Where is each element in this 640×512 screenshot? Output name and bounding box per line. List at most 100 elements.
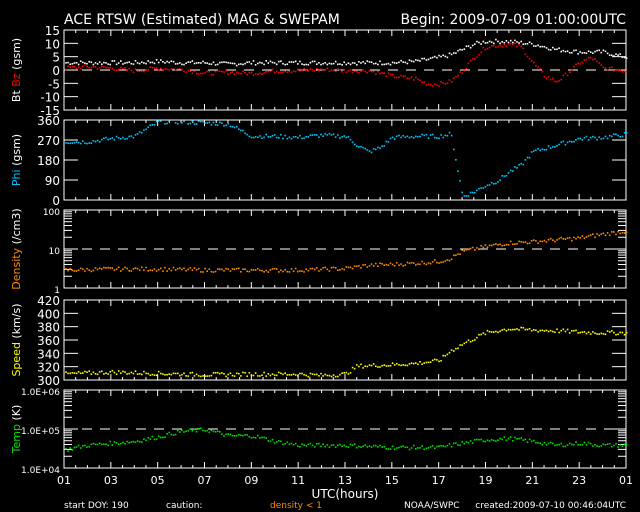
data-point-density bbox=[246, 270, 248, 273]
data-point-temp bbox=[606, 443, 609, 445]
data-point-phi bbox=[254, 136, 257, 138]
data-point-density bbox=[105, 267, 107, 269]
data-point-density bbox=[417, 263, 419, 265]
data-point-speed bbox=[269, 374, 272, 377]
data-point-phi bbox=[145, 128, 147, 131]
data-point-speed bbox=[170, 373, 173, 376]
data-point-density bbox=[200, 271, 202, 273]
data-point-phi bbox=[96, 139, 99, 142]
data-point-bt bbox=[562, 49, 565, 52]
data-point-temp bbox=[608, 442, 611, 445]
data-point-phi bbox=[259, 135, 261, 137]
data-point-density bbox=[539, 240, 541, 243]
data-point-density bbox=[566, 237, 569, 239]
data-point-speed bbox=[86, 371, 88, 373]
data-point-speed bbox=[320, 372, 322, 375]
data-point-density bbox=[516, 242, 518, 245]
data-point-bt bbox=[141, 61, 143, 63]
data-point-speed bbox=[383, 364, 385, 366]
data-point-temp bbox=[170, 433, 173, 436]
data-point-speed bbox=[585, 332, 588, 335]
data-point-phi bbox=[383, 145, 385, 147]
data-point-bz bbox=[558, 80, 560, 82]
data-point-speed bbox=[153, 374, 156, 376]
data-point-phi bbox=[535, 149, 537, 151]
data-point-speed bbox=[128, 372, 130, 375]
data-point-temp bbox=[476, 438, 478, 441]
data-point-density bbox=[459, 253, 461, 255]
data-point-phi bbox=[227, 122, 229, 125]
data-point-density bbox=[227, 268, 229, 270]
data-point-phi bbox=[290, 137, 293, 140]
y-tick-label: 420 bbox=[37, 294, 60, 308]
y-tick-label: 270 bbox=[37, 134, 60, 148]
data-point-bz bbox=[311, 69, 314, 71]
data-point-temp bbox=[516, 438, 518, 440]
data-point-speed bbox=[316, 373, 318, 376]
data-point-bt bbox=[543, 45, 546, 48]
data-point-speed bbox=[524, 328, 527, 331]
data-point-speed bbox=[339, 373, 341, 376]
data-point-bz bbox=[577, 62, 579, 65]
data-point-speed bbox=[360, 363, 362, 366]
data-point-density bbox=[408, 262, 411, 265]
data-point-bz bbox=[446, 82, 449, 85]
data-point-density bbox=[176, 267, 179, 270]
data-point-temp bbox=[252, 436, 255, 439]
data-point-phi bbox=[410, 136, 413, 138]
data-point-density bbox=[425, 263, 428, 266]
data-point-phi bbox=[442, 136, 444, 139]
data-point-bt bbox=[229, 62, 232, 64]
data-point-density bbox=[195, 268, 198, 271]
data-point-phi bbox=[147, 126, 149, 129]
data-point-bz bbox=[221, 70, 223, 73]
data-point-speed bbox=[621, 331, 624, 334]
data-point-bt bbox=[238, 63, 240, 66]
data-point-density bbox=[613, 231, 615, 233]
data-point-speed bbox=[311, 373, 314, 375]
y-tick-label: 10 bbox=[49, 247, 61, 257]
data-point-bz bbox=[465, 67, 468, 70]
data-point-speed bbox=[351, 366, 354, 369]
data-point-bt bbox=[252, 60, 255, 62]
data-point-phi bbox=[528, 156, 531, 159]
data-point-bz bbox=[495, 46, 497, 48]
data-point-density bbox=[495, 243, 497, 245]
data-point-temp bbox=[334, 446, 337, 448]
data-point-bt bbox=[240, 63, 242, 65]
data-point-bz bbox=[621, 70, 624, 73]
data-point-temp bbox=[191, 429, 194, 432]
data-point-bt bbox=[278, 60, 280, 63]
data-point-bz bbox=[115, 69, 118, 71]
data-point-phi bbox=[273, 134, 276, 136]
data-point-bz bbox=[316, 67, 318, 70]
data-point-phi bbox=[166, 122, 168, 125]
data-point-phi bbox=[210, 124, 213, 126]
data-point-speed bbox=[103, 373, 105, 375]
data-point-speed bbox=[438, 360, 440, 363]
data-point-temp bbox=[240, 434, 242, 436]
data-point-density bbox=[429, 262, 432, 265]
data-point-phi bbox=[231, 126, 234, 128]
data-point-temp bbox=[573, 443, 575, 446]
data-point-bt bbox=[434, 55, 436, 58]
data-point-density bbox=[528, 242, 531, 244]
data-point-density bbox=[410, 261, 413, 264]
data-point-bt bbox=[467, 45, 470, 47]
data-point-temp bbox=[242, 434, 244, 437]
data-point-temp bbox=[465, 441, 468, 443]
data-point-phi bbox=[444, 134, 447, 137]
data-point-phi bbox=[242, 129, 244, 132]
data-point-bz bbox=[528, 57, 531, 60]
data-point-speed bbox=[292, 373, 295, 375]
data-point-speed bbox=[246, 375, 248, 377]
data-point-bz bbox=[179, 67, 181, 70]
data-point-bt bbox=[195, 62, 198, 64]
data-point-speed bbox=[568, 332, 571, 334]
data-point-phi bbox=[381, 145, 383, 147]
data-point-bt bbox=[250, 63, 253, 65]
data-point-density bbox=[86, 267, 88, 270]
data-point-bz bbox=[457, 74, 459, 77]
data-point-bz bbox=[324, 69, 326, 71]
data-point-density bbox=[330, 266, 333, 269]
